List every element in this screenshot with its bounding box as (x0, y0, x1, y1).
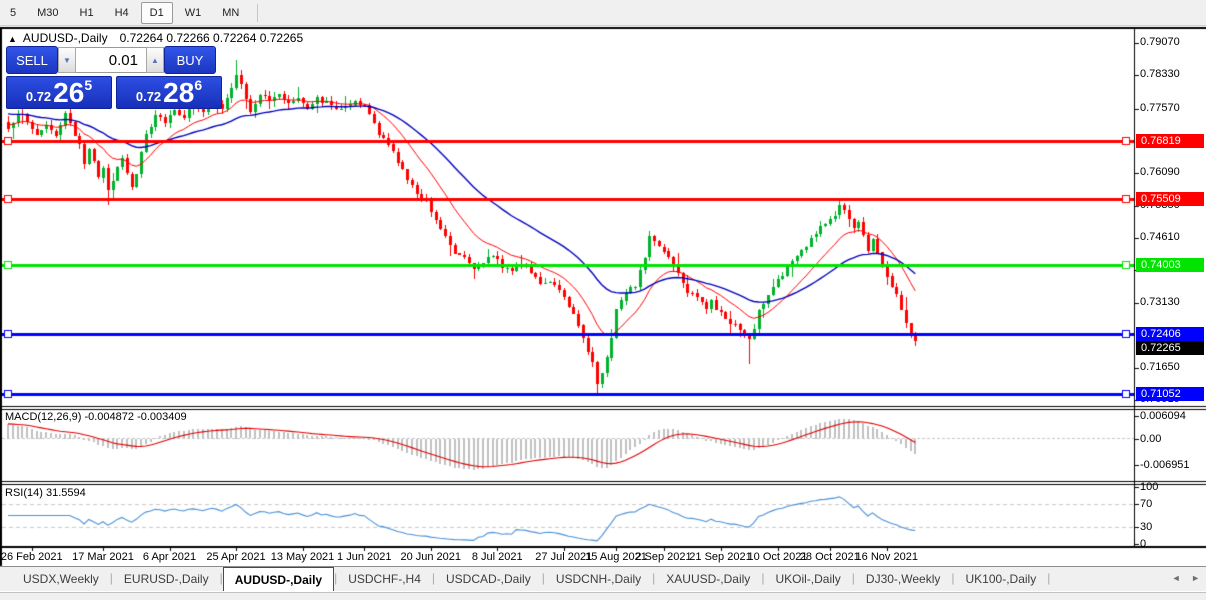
price-axis-label: 0.78330 (1140, 68, 1180, 80)
ask-price-big: 28 (163, 77, 195, 109)
tab-scroll-nav: ◄ ► (1164, 573, 1200, 583)
timeframe-button-mn[interactable]: MN (213, 2, 248, 24)
timeframe-button-h4[interactable]: H4 (106, 2, 138, 24)
one-click-trade-panel: SELL ▼ ▲ BUY 0.72 26 5 0.72 28 6 (6, 46, 222, 109)
date-label: 16 Nov 2021 (855, 551, 918, 563)
price-level-tag[interactable]: 0.72406 (1136, 327, 1204, 341)
date-label: 28 Oct 2021 (799, 551, 860, 563)
rsi-axis-label: 70 (1140, 498, 1153, 510)
toolbar-separator (257, 3, 259, 22)
chevron-up-icon: ▲ (151, 55, 159, 65)
rsi-axis-label: 100 (1140, 481, 1159, 493)
ask-price-prefix: 0.72 (135, 89, 162, 104)
volume-increase-button[interactable]: ▲ (146, 47, 164, 73)
chart-tab-ukoil-daily[interactable]: UKOil-,Daily (764, 567, 851, 591)
price-level-tag[interactable]: 0.71052 (1136, 387, 1204, 401)
chart-tab-eurusd-daily[interactable]: EURUSD-,Daily (113, 567, 220, 591)
date-label: 1 Jun 2021 (337, 551, 392, 563)
rsi-axis-label: 0 (1140, 538, 1147, 550)
date-label: 10 Oct 2021 (747, 551, 808, 563)
tab-separator: | (1047, 571, 1051, 585)
price-axis-label: 0.71650 (1140, 361, 1180, 373)
bid-price-big: 26 (53, 77, 85, 109)
tab-scroll-left-icon[interactable]: ◄ (1172, 573, 1181, 583)
chart-symbol-period: AUDUSD-,Daily (22, 31, 108, 45)
sell-button[interactable]: SELL (6, 46, 58, 74)
timeframe-toolbar: 5 M30 H1 H4 D1 W1 MN (0, 0, 1206, 26)
price-axis-label: 0.74610 (1140, 231, 1180, 243)
timeframe-button-h1[interactable]: H1 (71, 2, 103, 24)
chart-tab-usdchf-h4[interactable]: USDCHF-,H4 (337, 567, 432, 591)
date-label: 2 Sep 2021 (635, 551, 692, 563)
tab-scroll-right-icon[interactable]: ► (1191, 573, 1200, 583)
date-label: 26 Feb 2021 (0, 551, 63, 563)
chart-ohlc-values: 0.72264 0.72266 0.72264 0.72265 (119, 31, 304, 45)
price-axis-label: 0.77570 (1140, 102, 1180, 114)
timeframe-button-5[interactable]: 5 (1, 2, 25, 24)
chart-tab-bar: USDX,Weekly | EURUSD-,Daily | AUDUSD-,Daily |… (0, 566, 1206, 591)
ask-price-sup: 6 (194, 77, 203, 93)
bid-price-prefix: 0.72 (25, 89, 52, 104)
timeframe-button-d1[interactable]: D1 (140, 1, 173, 24)
timeframe-button-m30[interactable]: M30 (28, 2, 67, 24)
date-label: 27 Jul 2021 (535, 551, 593, 563)
chart-tab-audusd-daily[interactable]: AUDUSD-,Daily (222, 567, 335, 591)
date-label: 17 Mar 2021 (72, 551, 134, 563)
bid-price-box[interactable]: 0.72 26 5 (6, 76, 112, 109)
volume-decrease-button[interactable]: ▼ (58, 47, 76, 73)
date-label: 21 Sep 2021 (689, 551, 752, 563)
price-level-tag[interactable]: 0.74003 (1136, 258, 1204, 272)
macd-axis-label: 0.006094 (1140, 410, 1186, 422)
price-axis-label: 0.76090 (1140, 166, 1180, 178)
chevron-down-icon: ▼ (63, 55, 71, 65)
date-label: 20 Jun 2021 (400, 551, 462, 563)
chart-title: ▲ AUDUSD-,Daily 0.72264 0.72266 0.72264 0.… (8, 31, 303, 45)
price-axis-label: 0.79070 (1140, 36, 1180, 48)
macd-axis-label: 0.00 (1140, 433, 1162, 445)
current-price-tag: 0.72265 (1136, 341, 1204, 355)
macd-indicator-label: MACD(12,26,9) -0.004872 -0.003409 (5, 411, 187, 423)
date-label: 8 Jul 2021 (471, 551, 523, 563)
volume-input[interactable] (76, 47, 146, 73)
price-level-tag[interactable]: 0.76819 (1136, 134, 1204, 148)
trading-terminal: 5 M30 H1 H4 D1 W1 MN ▲ AUDUSD-,Daily 0.72264 0.7… (0, 0, 1206, 600)
date-label: 13 May 2021 (270, 551, 335, 563)
bid-price-sup: 5 (84, 77, 93, 93)
timeframe-button-w1[interactable]: W1 (176, 2, 211, 24)
price-level-tag[interactable]: 0.75509 (1136, 192, 1204, 206)
chart-tab-uk100-daily[interactable]: UK100-,Daily (955, 567, 1048, 591)
chart-tab-usdcad-daily[interactable]: USDCAD-,Daily (435, 567, 542, 591)
chart-tab-xauusd-daily[interactable]: XAUUSD-,Daily (655, 567, 761, 591)
macd-axis-label: -0.006951 (1140, 459, 1190, 471)
chart-tab-usdcnh-daily[interactable]: USDCNH-,Daily (545, 567, 652, 591)
date-label: 25 Apr 2021 (206, 551, 266, 563)
chart-tab-dj30-weekly[interactable]: DJ30-,Weekly (855, 567, 951, 591)
chart-tab-usdx-weekly[interactable]: USDX,Weekly (12, 567, 110, 591)
price-axis-label: 0.73130 (1140, 296, 1180, 308)
chart-title-arrow-icon[interactable]: ▲ (8, 34, 17, 44)
ask-price-box[interactable]: 0.72 28 6 (116, 76, 222, 109)
date-label: 6 Apr 2021 (142, 551, 197, 563)
rsi-axis-label: 30 (1140, 521, 1153, 533)
rsi-indicator-label: RSI(14) 31.5594 (5, 487, 86, 499)
buy-button[interactable]: BUY (164, 46, 216, 74)
